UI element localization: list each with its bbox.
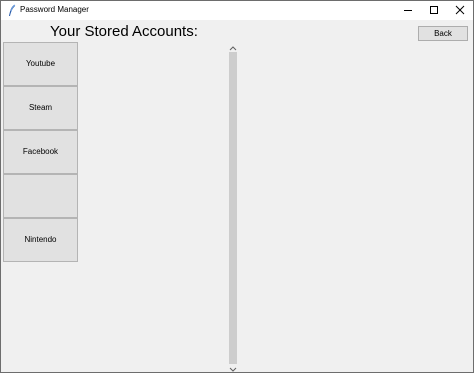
app-window: Password Manager Your Stored Accounts: B… [0, 0, 474, 373]
close-button[interactable] [445, 1, 474, 20]
window-title: Password Manager [20, 5, 89, 14]
chevron-down-icon [229, 360, 237, 373]
scroll-thumb[interactable] [229, 52, 237, 364]
back-button[interactable]: Back [418, 26, 468, 41]
scroll-up-button[interactable] [228, 42, 238, 52]
title-bar: Password Manager [1, 1, 473, 20]
page-title: Your Stored Accounts: [50, 23, 198, 40]
account-button-nintendo[interactable]: Nintendo [3, 218, 78, 262]
close-icon [455, 2, 465, 20]
minimize-icon [403, 2, 413, 20]
account-button-youtube[interactable]: Youtube [3, 42, 78, 86]
feather-icon [7, 4, 17, 17]
scroll-down-button[interactable] [228, 364, 238, 373]
account-list: Youtube Steam Facebook Nintendo [3, 42, 79, 262]
vertical-scrollbar[interactable] [228, 42, 238, 372]
maximize-icon [429, 2, 439, 20]
account-button-facebook[interactable]: Facebook [3, 130, 78, 174]
main-content: Your Stored Accounts: Back Youtube Steam… [1, 20, 473, 372]
account-button-steam[interactable]: Steam [3, 86, 78, 130]
account-button-empty[interactable] [3, 174, 78, 218]
